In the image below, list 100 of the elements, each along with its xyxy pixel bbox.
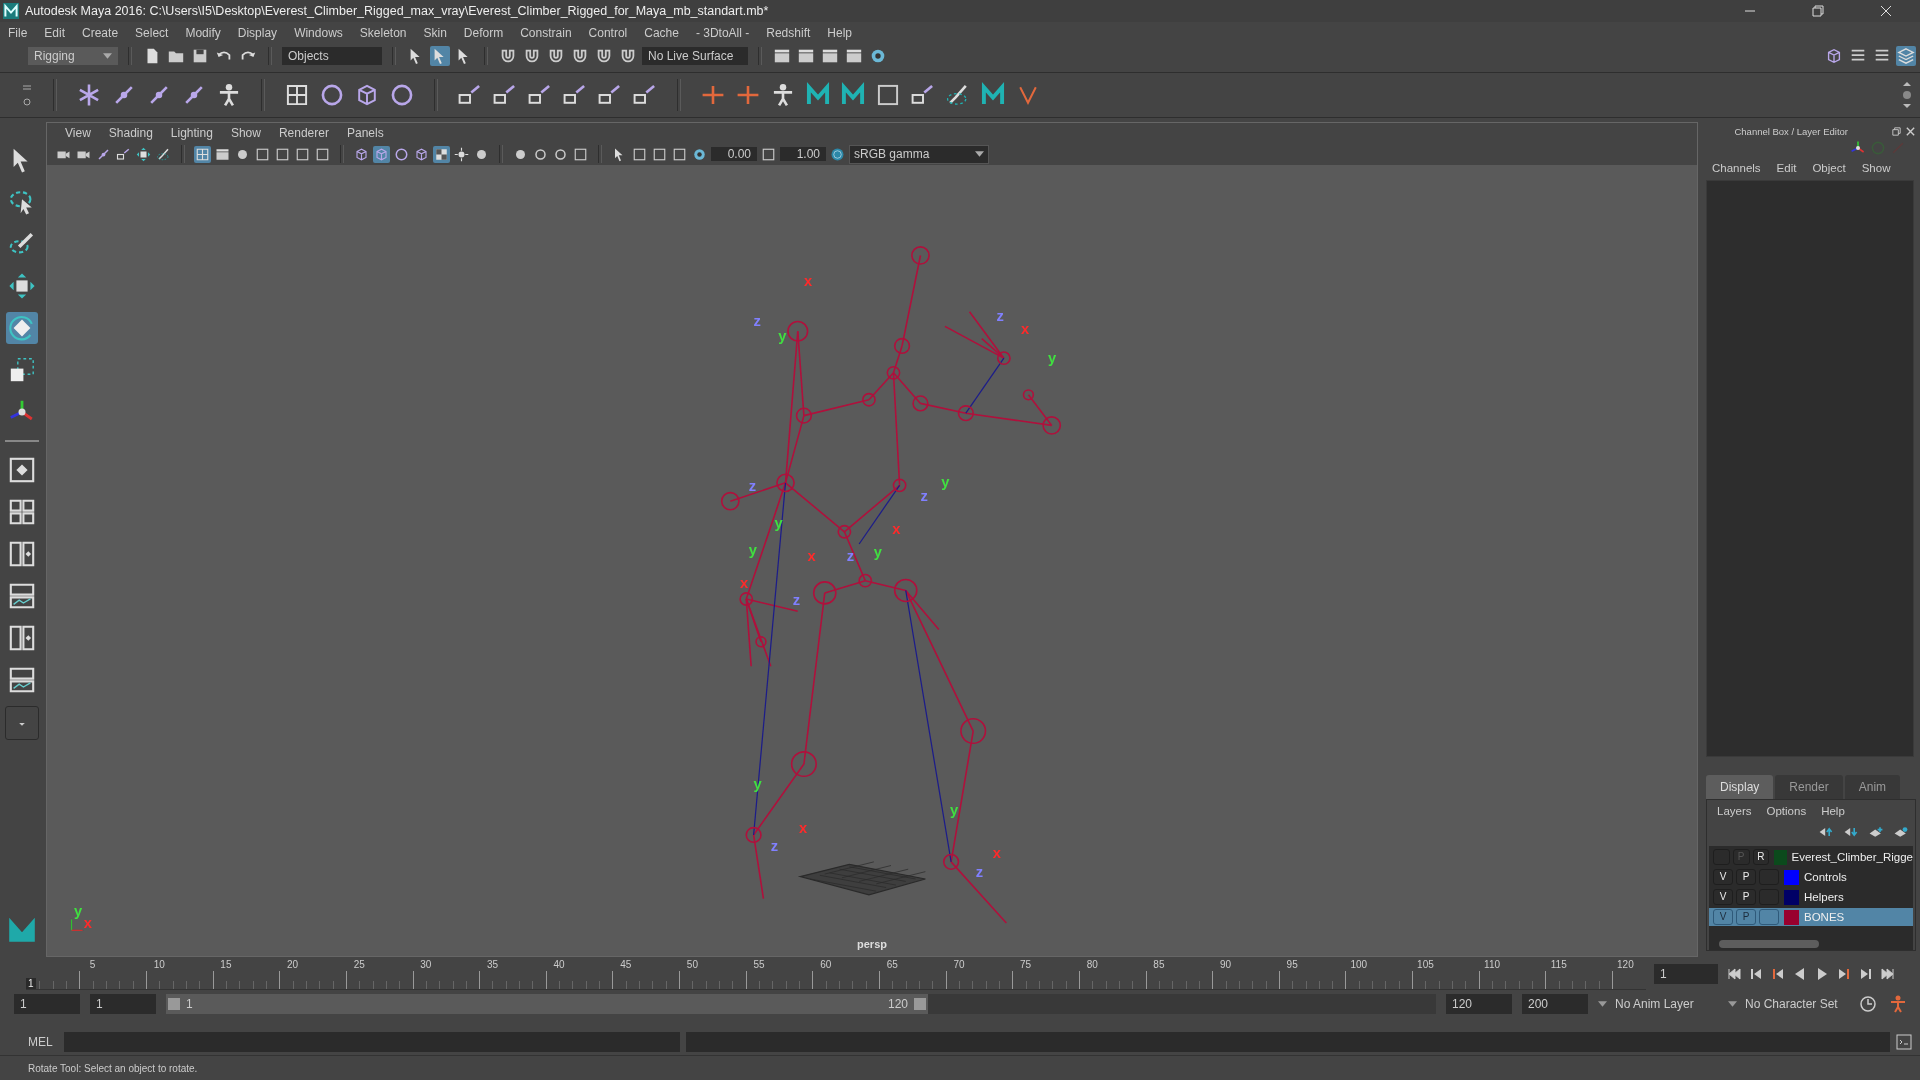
channel-box-menu-item[interactable]: Channels [1712, 161, 1761, 174]
menu-item[interactable]: Cache [644, 26, 679, 40]
exposure-field[interactable]: 0.00 [711, 147, 757, 161]
current-frame-field[interactable]: 1 [1654, 964, 1718, 984]
close-panel-icon[interactable] [1905, 126, 1916, 138]
float-panel-icon[interactable] [1891, 126, 1902, 138]
menu-item[interactable]: Redshift [766, 26, 811, 40]
display-type-toggle[interactable] [1759, 909, 1779, 925]
viewport[interactable]: x z y z x y y z z y y x z y x x z y x z y x z y x persp [47, 165, 1697, 956]
step-forward-button[interactable] [1858, 966, 1874, 982]
menu-item[interactable]: Windows [294, 26, 343, 40]
command-language-label[interactable]: MEL [28, 1035, 58, 1049]
menu-item[interactable]: Control [588, 26, 628, 40]
end-frame-field[interactable]: 200 [1522, 994, 1588, 1014]
command-input-field[interactable] [64, 1032, 680, 1052]
panel-menu-item[interactable]: Renderer [278, 126, 329, 140]
menu-item[interactable]: Skin [423, 26, 447, 40]
script-editor-icon[interactable] [1896, 1034, 1912, 1050]
layer-menu-item[interactable]: Help [1821, 805, 1845, 817]
current-frame-marker[interactable]: 1 [26, 977, 36, 989]
axis-label: x [1021, 320, 1030, 337]
move-layer-up-icon[interactable] [1818, 826, 1834, 838]
menu-item[interactable]: Modify [185, 26, 221, 40]
live-surface-field[interactable]: No Live Surface [642, 47, 748, 65]
playback-toggle[interactable]: P [1736, 869, 1756, 885]
visibility-toggle[interactable]: V [1713, 889, 1733, 905]
animation-preferences-icon[interactable] [1888, 994, 1908, 1014]
next-key-button[interactable] [1836, 966, 1852, 982]
layer-row[interactable]: V P Controls [1709, 868, 1913, 886]
layer-color-swatch[interactable] [1784, 909, 1799, 925]
channel-box-menu-item[interactable]: Show [1861, 161, 1891, 174]
auto-key-icon[interactable] [1858, 994, 1878, 1014]
menu-item[interactable]: Select [135, 26, 169, 40]
gamma-field[interactable]: 1.00 [780, 147, 826, 161]
rotate-tool-icon[interactable] [6, 312, 38, 344]
menu-item[interactable]: Deform [463, 26, 504, 40]
range-end-handle[interactable] [914, 998, 926, 1010]
move-icon[interactable] [135, 145, 152, 163]
character-set-dropdown[interactable]: No Character Set [1728, 997, 1848, 1011]
layer-color-swatch[interactable] [1774, 849, 1787, 865]
layer-editor-tab[interactable]: Display [1706, 775, 1774, 799]
go-to-end-button[interactable] [1880, 966, 1896, 982]
grid-icon[interactable] [284, 82, 310, 108]
square-icon[interactable] [875, 82, 901, 108]
visibility-toggle[interactable]: V [1713, 909, 1733, 925]
previous-key-button[interactable] [1770, 966, 1786, 982]
panel-menu-item[interactable]: View [65, 126, 91, 140]
anim-layer-dropdown[interactable]: No Anim Layer [1598, 997, 1718, 1011]
grid-icon[interactable] [194, 145, 211, 163]
channel-box-menu-item[interactable]: Object [1812, 161, 1846, 174]
sphere-icon[interactable] [319, 82, 345, 108]
menu-item[interactable]: Edit [44, 26, 66, 40]
light-icon[interactable] [453, 145, 470, 163]
cube-icon[interactable] [373, 145, 390, 163]
playback-start-field[interactable]: 1 [90, 994, 156, 1014]
layer-editor-tab[interactable]: Render [1775, 775, 1843, 799]
menu-item[interactable]: Constrain [520, 26, 572, 40]
shelf-scroll-icon[interactable] [1902, 80, 1912, 110]
frame-number: 75 [1020, 958, 1032, 970]
playback-toggle[interactable]: P [1736, 909, 1756, 925]
menu-item[interactable]: Create [82, 26, 119, 40]
start-frame-field[interactable]: 1 [14, 994, 80, 1014]
menu-item[interactable]: Help [827, 26, 852, 40]
color-space-dropdown[interactable]: sRGB gamma [849, 144, 989, 164]
layer-color-swatch[interactable] [1784, 889, 1799, 905]
layer-color-swatch[interactable] [1784, 869, 1799, 885]
visibility-toggle[interactable]: V [1713, 869, 1733, 885]
playback-toggle[interactable]: P [1736, 889, 1756, 905]
menu-item[interactable]: File [8, 26, 28, 40]
display-type-toggle[interactable]: R [1752, 849, 1770, 865]
panel-menu-item[interactable]: Shading [108, 126, 153, 140]
checker-icon[interactable] [433, 145, 450, 163]
panel-menu-item[interactable]: Show [230, 126, 261, 140]
go-to-start-button[interactable] [1726, 966, 1742, 982]
panel-menu-item[interactable]: Lighting [170, 126, 213, 140]
panel-menu-item[interactable]: Panels [346, 126, 384, 140]
cursor-icon[interactable] [430, 46, 450, 66]
menu-item[interactable]: - 3DtoAll - [695, 26, 750, 40]
menu-set-dropdown[interactable]: Rigging [28, 47, 118, 65]
layer-menu-item[interactable]: Options [1766, 805, 1807, 817]
move-layer-down-icon[interactable] [1843, 826, 1859, 838]
new-layer-icon[interactable] [1868, 826, 1884, 838]
layers-icon[interactable] [1896, 46, 1916, 66]
range-start-handle[interactable] [168, 998, 180, 1010]
menu-item[interactable]: Skeleton [359, 26, 407, 40]
layer-row[interactable]: V P Helpers [1709, 888, 1913, 906]
axis-label: z [770, 837, 779, 854]
time-slider[interactable]: 5 10 15 20 25 30 35 40 45 50 55 60 65 70 75 80 85 90 95 100 105 110 115 120 1 [26, 958, 1646, 990]
channel-box-menu-item[interactable]: Edit [1776, 161, 1797, 174]
playback-end-field[interactable]: 120 [1446, 994, 1512, 1014]
layer-menu-item[interactable]: Layers [1717, 805, 1752, 817]
new-layer-selected-icon[interactable] [1893, 826, 1909, 838]
step-back-button[interactable] [1748, 966, 1764, 982]
range-slider[interactable]: 1 120 [166, 994, 1436, 1014]
sphere-icon[interactable] [389, 82, 415, 108]
selected-layer-row[interactable]: V P BONES [1709, 908, 1913, 926]
selection-mode-dropdown[interactable]: Objects [282, 47, 382, 65]
menu-item[interactable]: Display [237, 26, 278, 40]
layer-editor-tab[interactable]: Anim [1844, 775, 1901, 799]
horizontal-scrollbar[interactable] [1709, 938, 1913, 950]
